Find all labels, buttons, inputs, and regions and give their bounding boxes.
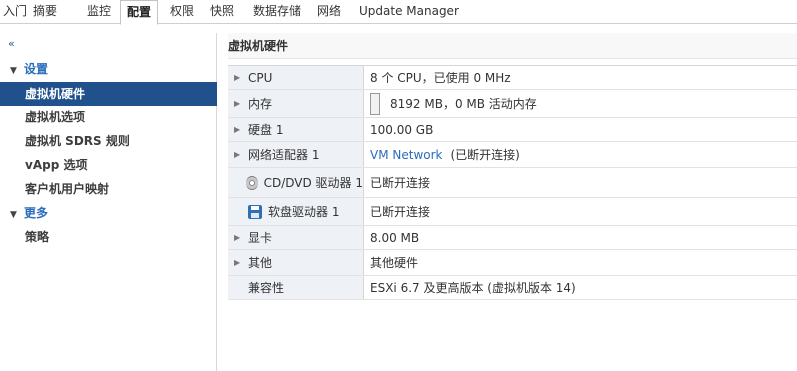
tab-snapshots[interactable]: 快照 [210, 0, 234, 24]
row-label: 兼容性 [248, 281, 285, 295]
tab-bar: 入门 摘要 监控 配置 权限 快照 数据存储 网络 Update Manager [0, 0, 797, 25]
row-value: 8192 MB，0 MB 活动内存 [390, 97, 537, 111]
group-header-more[interactable]: ▼ 更多 [10, 203, 48, 223]
row-label: 硬盘 1 [248, 123, 284, 137]
tab-networks[interactable]: 网络 [317, 0, 341, 24]
main-panel: 虚拟机硬件 ▶ CPU 8 个 CPU，已使用 0 MHz ▶ 内存 8192 MB… [218, 33, 797, 371]
row-value: 100.00 GB [370, 122, 434, 137]
table-row[interactable]: ▶ CPU 8 个 CPU，已使用 0 MHz [228, 66, 797, 90]
tab-datastores[interactable]: 数据存储 [253, 0, 301, 24]
table-row[interactable]: 兼容性 ESXi 6.7 及更高版本 (虚拟机版本 14) [228, 276, 797, 300]
settings-sidebar: « ▼ 设置 虚拟机硬件 虚拟机选项 虚拟机 SDRS 规则 vApp 选项 客户… [0, 33, 217, 371]
sidebar-item-policies[interactable]: 策略 [0, 225, 217, 249]
group-label: 设置 [24, 62, 49, 76]
row-value: 8 个 CPU，已使用 0 MHz [370, 71, 511, 85]
network-link[interactable]: VM Network [370, 148, 442, 162]
table-row[interactable]: CD/DVD 驱动器 1 已断开连接 [228, 168, 797, 198]
sidebar-item-vm-options[interactable]: 虚拟机选项 [0, 105, 217, 129]
row-label: 显卡 [248, 231, 273, 245]
table-row[interactable]: ▶ 内存 8192 MB，0 MB 活动内存 [228, 90, 797, 118]
row-value: 其他硬件 [370, 256, 419, 270]
floppy-icon [248, 204, 262, 219]
sidebar-item-vm-sdrs-rules[interactable]: 虚拟机 SDRS 规则 [0, 129, 217, 153]
caret-down-icon: ▼ [10, 66, 17, 76]
row-label: 软盘驱动器 1 [268, 205, 340, 219]
collapse-sidebar-icon[interactable]: « [8, 37, 15, 50]
expand-arrow-icon[interactable]: ▶ [234, 99, 248, 108]
table-row[interactable]: ▶ 其他 其他硬件 [228, 250, 797, 276]
tab-getting-started[interactable]: 入门 [3, 0, 27, 24]
sidebar-item-vm-hardware[interactable]: 虚拟机硬件 [0, 82, 217, 106]
expand-arrow-icon[interactable]: ▶ [234, 150, 248, 159]
tab-update-manager[interactable]: Update Manager [359, 0, 459, 24]
row-label: 内存 [248, 97, 273, 111]
hardware-table: ▶ CPU 8 个 CPU，已使用 0 MHz ▶ 内存 8192 MB，0 MB … [228, 65, 797, 300]
row-label: 网络适配器 1 [248, 148, 320, 162]
table-row[interactable]: ▶ 显卡 8.00 MB [228, 226, 797, 250]
sidebar-item-vapp-options[interactable]: vApp 选项 [0, 153, 217, 177]
page-title: 虚拟机硬件 [228, 33, 797, 59]
row-value: ESXi 6.7 及更高版本 (虚拟机版本 14) [370, 281, 576, 295]
cd-dvd-icon [245, 175, 258, 190]
row-label: CPU [248, 70, 273, 85]
tab-monitor[interactable]: 监控 [87, 0, 111, 24]
tab-configure[interactable]: 配置 [120, 0, 159, 25]
row-value: 已断开连接 [370, 205, 431, 219]
group-header-settings[interactable]: ▼ 设置 [10, 59, 48, 79]
row-value: 8.00 MB [370, 230, 420, 245]
tab-summary[interactable]: 摘要 [33, 0, 57, 24]
group-label: 更多 [24, 206, 49, 220]
expand-arrow-icon[interactable]: ▶ [234, 233, 248, 242]
table-row[interactable]: ▶ 硬盘 1 100.00 GB [228, 118, 797, 142]
expand-arrow-icon[interactable]: ▶ [234, 258, 248, 267]
expand-arrow-icon[interactable]: ▶ [234, 125, 248, 134]
row-label: 其他 [248, 256, 273, 270]
expand-arrow-icon[interactable]: ▶ [234, 73, 248, 82]
table-row[interactable]: ▶ 网络适配器 1 VM Network (已断开连接) [228, 142, 797, 168]
sidebar-item-guest-user-mappings[interactable]: 客户机用户映射 [0, 177, 217, 201]
row-value-suffix: (已断开连接) [450, 148, 520, 162]
memory-gauge-icon [370, 92, 380, 115]
row-value: 已断开连接 [370, 176, 431, 190]
caret-down-icon: ▼ [10, 210, 17, 220]
row-label: CD/DVD 驱动器 1 [263, 176, 363, 190]
tab-permissions[interactable]: 权限 [170, 0, 194, 24]
table-row[interactable]: 软盘驱动器 1 已断开连接 [228, 198, 797, 226]
